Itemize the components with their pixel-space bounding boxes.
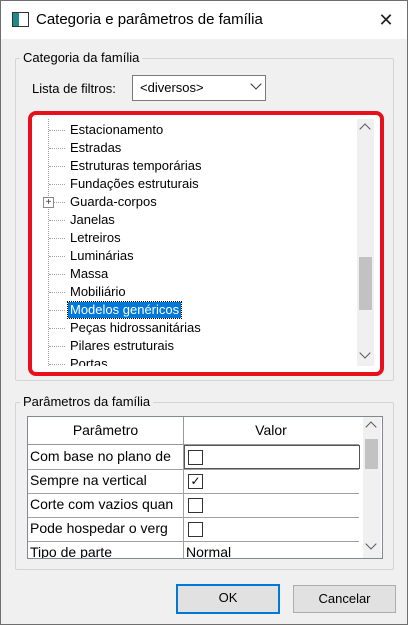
tree-scroll-thumb[interactable]	[359, 257, 372, 310]
tree-item-label: Portas	[70, 356, 108, 366]
tree-item[interactable]: Pilares estruturais	[38, 337, 358, 355]
tree-item-label: Guarda-corpos	[70, 194, 157, 209]
tree-line	[49, 184, 65, 185]
parameter-name: Sempre na vertical	[30, 472, 147, 488]
ok-button[interactable]: OK	[176, 584, 280, 614]
category-tree[interactable]: Estacionamento Estradas Estruturas temporá…	[38, 119, 358, 366]
tree-line	[49, 328, 65, 329]
tree-item-label: Estruturas temporárias	[70, 158, 202, 173]
category-group-label: Categoria da família	[20, 50, 143, 65]
tree-item[interactable]: Massa	[38, 265, 358, 283]
tree-line	[49, 130, 65, 131]
column-divider	[183, 541, 184, 558]
filter-list-label: Lista de filtros:	[32, 81, 116, 96]
tree-item-label: Estacionamento	[70, 122, 164, 137]
expand-plus-icon[interactable]: +	[43, 197, 54, 208]
tree-item-label: Estradas	[70, 140, 122, 155]
grid-scrollbar[interactable]	[363, 417, 381, 558]
filter-list-dropdown[interactable]: <diversos>	[132, 75, 266, 101]
tree-line	[49, 310, 65, 311]
tree-line	[49, 292, 65, 293]
close-button[interactable]: ✕	[369, 5, 403, 35]
tree-line	[49, 238, 65, 239]
dialog-window: Categoria e parâmetros de família ✕ Cate…	[0, 0, 408, 625]
tree-item[interactable]: Estruturas temporárias	[38, 157, 358, 175]
parameter-checkbox[interactable]	[188, 450, 203, 465]
tree-item-label: Janelas	[70, 212, 115, 227]
parameter-checkbox[interactable]	[188, 498, 203, 513]
tree-item[interactable]: Janelas	[38, 211, 358, 229]
table-row[interactable]: Tipo de parte Normal	[28, 541, 359, 559]
tree-line	[49, 364, 65, 365]
table-row[interactable]: Com base no plano de	[28, 445, 360, 470]
chevron-down-icon	[250, 78, 262, 90]
scroll-up-icon[interactable]	[365, 421, 377, 433]
tree-line	[49, 148, 65, 149]
tree-item[interactable]: Portas	[38, 355, 358, 366]
tree-item[interactable]: Modelos genéricos	[38, 301, 358, 319]
tree-item[interactable]: Luminárias	[38, 247, 358, 265]
tree-item-label: Massa	[70, 266, 109, 281]
table-row[interactable]: Sempre na vertical ✓	[28, 469, 359, 494]
parameter-value[interactable]: Normal	[186, 544, 231, 558]
tree-line	[49, 346, 65, 347]
category-tree-highlight: Estacionamento Estradas Estruturas temporá…	[28, 111, 384, 376]
tree-line	[49, 274, 65, 275]
app-icon	[12, 12, 29, 27]
parameter-checkbox[interactable]: ✓	[188, 474, 203, 489]
table-row[interactable]: Corte com vazios quan	[28, 493, 359, 518]
parameter-name: Com base no plano de	[30, 448, 171, 464]
scroll-down-icon[interactable]	[359, 347, 371, 359]
params-grid[interactable]: Parâmetro Valor Com base no plano de Semp…	[27, 416, 383, 559]
column-divider	[183, 493, 184, 517]
scroll-up-icon[interactable]	[359, 123, 371, 135]
tree-item-label: Letreiros	[70, 230, 121, 245]
column-header-parameter[interactable]: Parâmetro	[28, 417, 184, 444]
table-row[interactable]: Pode hospedar o verg	[28, 517, 359, 542]
tree-item[interactable]: Letreiros	[38, 229, 358, 247]
tree-item-label: Peças hidrossanitárias	[70, 320, 201, 335]
parameter-name: Tipo de parte	[30, 544, 112, 559]
title-bar: Categoria e parâmetros de família ✕	[1, 1, 407, 39]
tree-item[interactable]: + Guarda-corpos	[38, 193, 358, 211]
tree-item-label: Modelos genéricos	[66, 301, 183, 319]
scroll-down-icon[interactable]	[365, 538, 377, 550]
tree-item[interactable]: Mobiliário	[38, 283, 358, 301]
grid-header: Parâmetro Valor	[28, 417, 359, 445]
tree-item-label: Fundações estruturais	[70, 176, 199, 191]
grid-scroll-thumb[interactable]	[365, 439, 378, 469]
column-header-value[interactable]: Valor	[184, 417, 358, 444]
tree-item[interactable]: Estradas	[38, 139, 358, 157]
parameter-name: Pode hospedar o verg	[30, 520, 168, 536]
tree-line	[49, 256, 65, 257]
tree-item[interactable]: Fundações estruturais	[38, 175, 358, 193]
tree-item[interactable]: Peças hidrossanitárias	[38, 319, 358, 337]
params-group-label: Parâmetros da família	[20, 394, 154, 409]
column-divider	[183, 517, 184, 541]
column-divider	[183, 469, 184, 493]
tree-item[interactable]: Estacionamento	[38, 121, 358, 139]
filter-list-value: <diversos>	[140, 80, 204, 95]
tree-line	[49, 220, 65, 221]
tree-item-label: Luminárias	[70, 248, 134, 263]
tree-scrollbar[interactable]	[357, 119, 374, 366]
tree-item-label: Mobiliário	[70, 284, 126, 299]
tree-line	[49, 166, 65, 167]
active-cell[interactable]	[184, 445, 360, 469]
parameter-checkbox[interactable]	[188, 522, 203, 537]
tree-item-label: Pilares estruturais	[70, 338, 175, 353]
parameter-name: Corte com vazios quan	[30, 496, 174, 512]
cancel-button[interactable]: Cancelar	[293, 585, 396, 613]
window-title: Categoria e parâmetros de família	[36, 11, 263, 28]
